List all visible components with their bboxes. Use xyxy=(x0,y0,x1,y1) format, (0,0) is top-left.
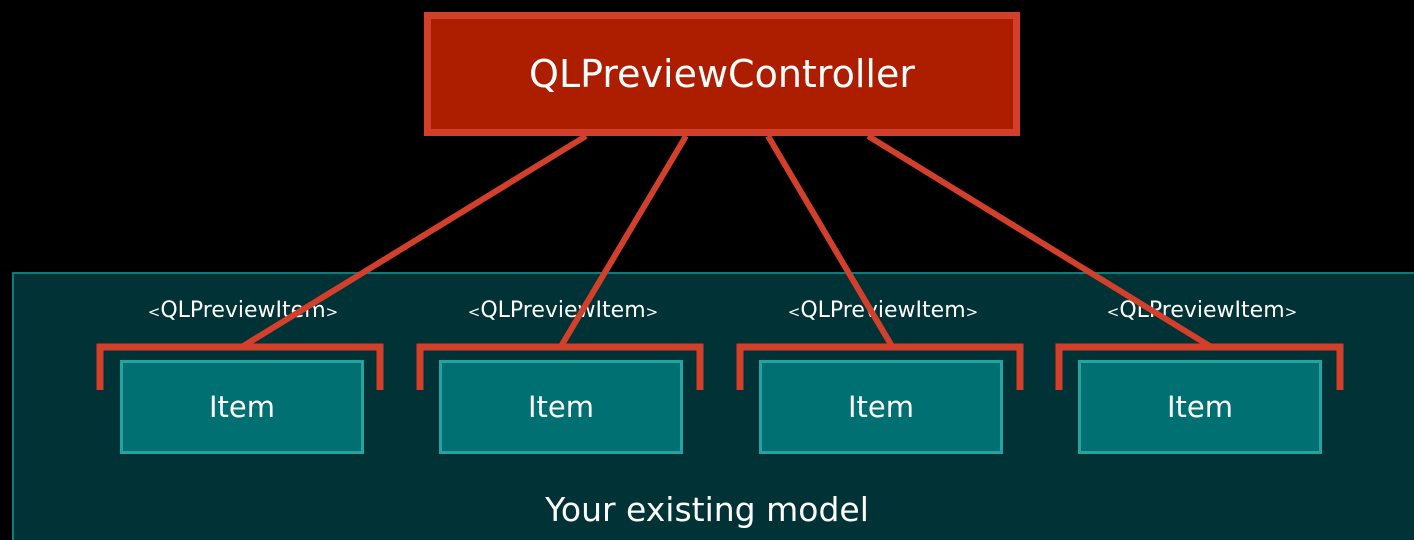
protocol-close: > xyxy=(965,303,979,321)
item-label: Item xyxy=(847,390,914,424)
item-box-2: Item xyxy=(439,360,683,454)
controller-box: QLPreviewController xyxy=(424,12,1020,136)
protocol-label-4: <QLPreviewItem> xyxy=(1062,296,1342,327)
protocol-open: < xyxy=(787,303,801,321)
diagram-canvas: Item Item Item Item <QLPreviewItem> <QLP… xyxy=(0,0,1414,540)
protocol-close: > xyxy=(1284,303,1298,321)
protocol-name: QLPreviewItem xyxy=(480,298,646,323)
model-label: Your existing model xyxy=(545,490,869,529)
protocol-label-2: <QLPreviewItem> xyxy=(423,296,703,327)
item-box-1: Item xyxy=(120,360,364,454)
protocol-name: QLPreviewItem xyxy=(1119,298,1285,323)
item-label: Item xyxy=(1166,390,1233,424)
item-label: Item xyxy=(208,390,275,424)
protocol-close: > xyxy=(645,303,659,321)
protocol-open: < xyxy=(467,303,481,321)
item-box-4: Item xyxy=(1078,360,1322,454)
protocol-open: < xyxy=(147,303,161,321)
protocol-open: < xyxy=(1106,303,1120,321)
item-box-3: Item xyxy=(759,360,1003,454)
controller-label: QLPreviewController xyxy=(529,52,915,96)
protocol-name: QLPreviewItem xyxy=(160,298,326,323)
item-label: Item xyxy=(527,390,594,424)
protocol-label-1: <QLPreviewItem> xyxy=(103,296,383,327)
protocol-label-3: <QLPreviewItem> xyxy=(743,296,1023,327)
protocol-name: QLPreviewItem xyxy=(800,298,966,323)
protocol-close: > xyxy=(325,303,339,321)
